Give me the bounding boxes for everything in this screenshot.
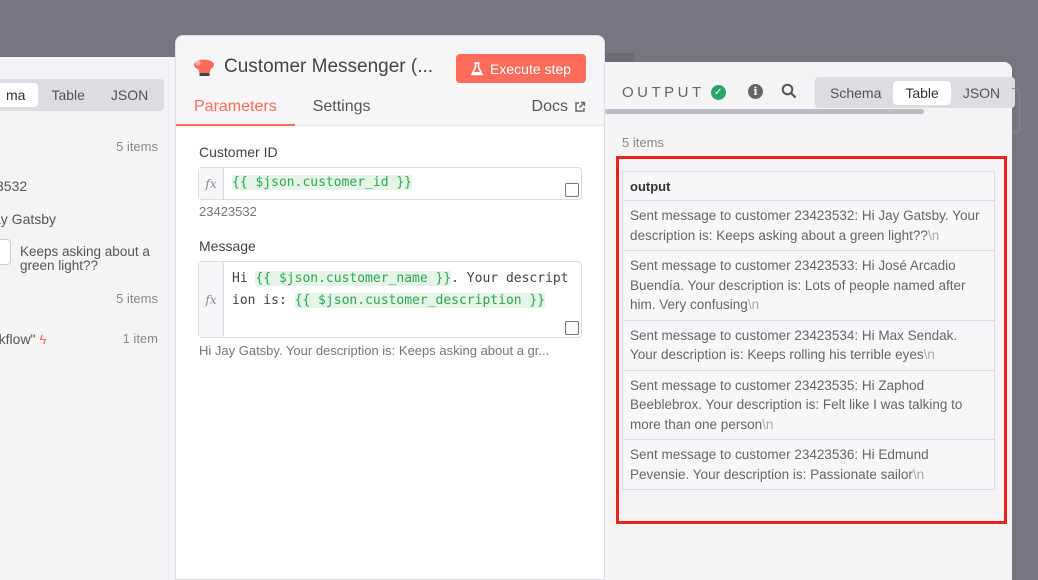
tab-settings[interactable]: Settings <box>295 98 389 126</box>
output-item-count: 5 items <box>622 135 664 150</box>
flask-icon <box>471 61 484 75</box>
trigger-item-count: 1 item <box>122 331 158 346</box>
message-text-pre: Hi <box>232 271 256 286</box>
message-field[interactable]: fx Hi {{ $json.customer_name }}. Your de… <box>198 261 582 338</box>
expand-editor-icon[interactable] <box>565 321 579 335</box>
output-title-text: OUTPUT <box>622 84 705 101</box>
input-panel: ma Table JSON 5 items 3532 ay Gatsby Kee… <box>0 57 175 580</box>
highlight-box <box>616 156 1007 524</box>
input-view-tabs: ma Table JSON <box>0 79 165 111</box>
message-expression: Hi {{ $json.customer_name }}. Your descr… <box>224 262 581 337</box>
fx-icon: fx <box>199 262 224 337</box>
output-title: OUTPUT ✓ <box>622 84 726 101</box>
input-checkbox[interactable] <box>0 239 11 265</box>
message-token-description: {{ $json.customer_description }} <box>294 293 546 308</box>
customer-id-field[interactable]: fx {{ $json.customer_id }} <box>198 167 582 200</box>
tab-table[interactable]: Table <box>893 80 951 105</box>
customer-id-expression: {{ $json.customer_id }} <box>232 175 413 190</box>
input-customer-description: Keeps asking about a green light?? <box>20 244 150 273</box>
node-tabs: Parameters Settings <box>176 98 389 126</box>
docs-label: Docs <box>531 98 568 115</box>
execute-step-button[interactable]: Execute step <box>456 54 586 83</box>
search-icon[interactable] <box>781 83 797 99</box>
input-customer-id: 3532 <box>0 178 28 194</box>
tab-table[interactable]: Table <box>38 83 97 107</box>
message-label: Message <box>199 238 256 254</box>
trigger-workflow-text: rkflow" <box>0 331 36 347</box>
input-item-count: 5 items <box>116 139 158 154</box>
docs-link[interactable]: Docs <box>532 98 586 116</box>
node-panel: Customer Messenger (... Execute step Par… <box>175 35 605 580</box>
node-title: Customer Messenger (... <box>224 56 434 77</box>
fx-icon: fx <box>199 168 224 199</box>
node-header: Customer Messenger (... Execute step Par… <box>176 36 604 126</box>
external-link-icon <box>575 101 586 112</box>
tab-parameters[interactable]: Parameters <box>176 98 295 126</box>
input-customer-name: ay Gatsby <box>0 211 57 227</box>
trigger-workflow-label[interactable]: rkflow"ϟ <box>0 331 46 347</box>
tab-json[interactable]: JSON <box>951 81 1012 105</box>
info-icon[interactable]: i <box>748 84 763 99</box>
output-view-tabs: Schema Table JSON <box>815 77 1016 108</box>
tab-schema[interactable]: ma <box>0 83 39 107</box>
tab-schema[interactable]: Schema <box>818 81 893 105</box>
customer-id-result: 23423532 <box>199 204 257 219</box>
chef-hat-icon <box>194 59 214 76</box>
tab-json[interactable]: JSON <box>98 83 161 107</box>
execute-step-label: Execute step <box>490 60 571 77</box>
message-result: Hi Jay Gatsby. Your description is: Keep… <box>199 343 550 358</box>
customer-id-label: Customer ID <box>199 144 278 160</box>
input-item-count-2: 5 items <box>116 291 158 306</box>
success-check-icon: ✓ <box>710 85 726 100</box>
message-token-name: {{ $json.customer_name }} <box>255 271 452 286</box>
horizontal-scrollbar[interactable] <box>605 109 924 114</box>
lightning-icon: ϟ <box>39 332 47 347</box>
expand-editor-icon[interactable] <box>565 183 579 197</box>
background-panel-edge-right <box>1012 88 1020 133</box>
